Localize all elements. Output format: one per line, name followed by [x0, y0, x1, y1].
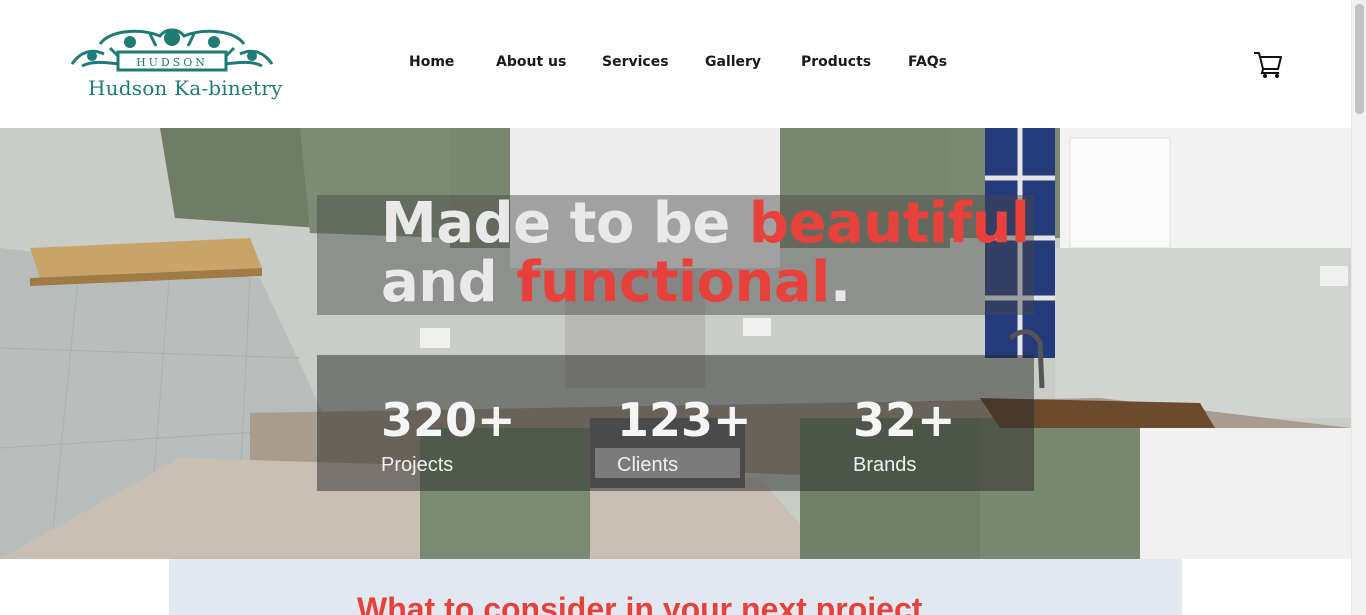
- logo-plate-text: HUDSON: [136, 56, 208, 69]
- nav-gallery[interactable]: Gallery: [705, 54, 761, 70]
- stat-value: 32+: [853, 393, 956, 447]
- section-title: What to consider in your next project: [357, 591, 923, 615]
- scrollbar-thumb[interactable]: [1355, 4, 1364, 114]
- considerations-section: What to consider in your next project: [169, 559, 1182, 615]
- brand-name: Hudson Ka-binetry: [88, 76, 283, 100]
- nav-services[interactable]: Services: [602, 54, 669, 70]
- nav-home[interactable]: Home: [409, 54, 454, 70]
- site-header: HUDSON Hudson Ka-binetry Home About us S…: [0, 0, 1351, 128]
- headline-accent-beautiful: beautiful: [748, 191, 1030, 256]
- headline-text-2: and: [381, 250, 517, 315]
- stat-projects: 320+ Projects: [381, 394, 516, 477]
- stat-label: Projects: [381, 454, 454, 476]
- ornament-logo-graphic: HUDSON: [70, 28, 274, 72]
- stat-brands: 32+ Brands: [853, 394, 956, 477]
- hero-headline: Made to be beautiful and functional.: [381, 194, 1030, 312]
- stat-value: 320+: [381, 393, 516, 447]
- hero-section: Made to be beautiful and functional. 320…: [0, 128, 1351, 559]
- headline-accent-functional: functional: [516, 250, 830, 315]
- stat-label: Brands: [853, 454, 917, 476]
- nav-products[interactable]: Products: [801, 54, 871, 70]
- page-scrollbar[interactable]: [1351, 0, 1366, 615]
- headline-period: .: [829, 250, 851, 315]
- shopping-cart-icon[interactable]: [1252, 48, 1284, 80]
- stat-clients: 123+ Clients: [617, 394, 752, 477]
- nav-faqs[interactable]: FAQs: [908, 54, 947, 70]
- stat-label: Clients: [617, 454, 679, 476]
- headline-text-1: Made to be: [381, 191, 749, 256]
- nav-about-us[interactable]: About us: [496, 54, 566, 70]
- stat-value: 123+: [617, 393, 752, 447]
- brand-logo[interactable]: HUDSON Hudson Ka-binetry: [70, 26, 282, 106]
